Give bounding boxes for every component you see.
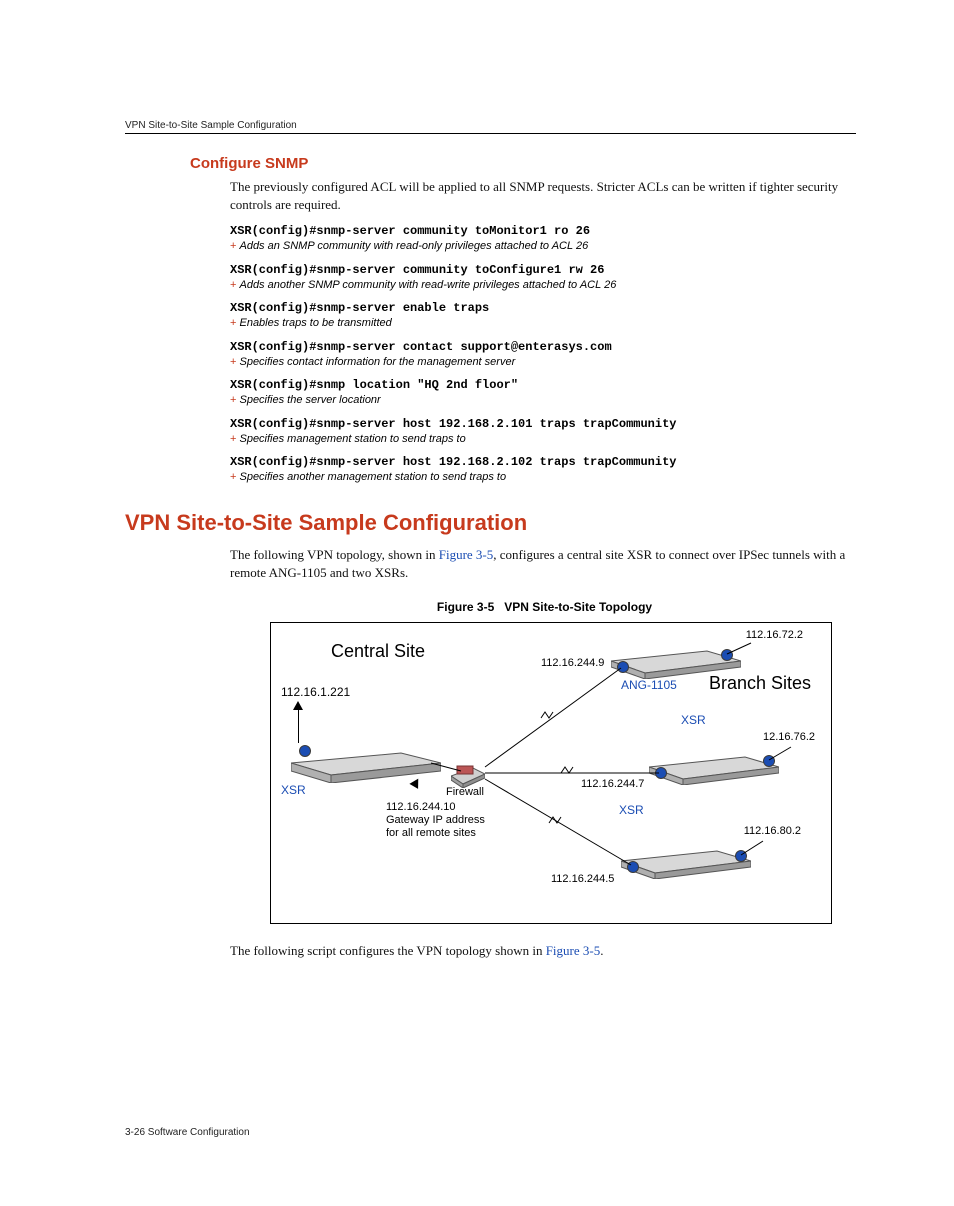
device-xsr-branch-2: [621, 845, 751, 879]
page-footer: 3-26 Software Configuration: [125, 1127, 250, 1138]
cmd-note-text: Specifies management station to send tra…: [239, 433, 465, 445]
cmd-note-text: Specifies contact information for the ma…: [239, 356, 515, 368]
figure-link[interactable]: Figure 3-5: [439, 547, 494, 562]
node-icon: [617, 661, 629, 673]
label-gateway-desc2: for all remote sites: [386, 827, 476, 839]
node-icon: [299, 745, 311, 757]
text: .: [600, 943, 603, 958]
intro-paragraph: The previously configured ACL will be ap…: [230, 178, 859, 213]
device-ang-1105: [611, 645, 741, 679]
cmd-note: + Enables traps to be transmitted: [230, 316, 859, 330]
node-icon: [721, 649, 733, 661]
node-icon: [763, 755, 775, 767]
page: VPN Site-to-Site Sample Configuration Co…: [0, 0, 954, 1206]
label-ip-2445: 112.16.244.5: [551, 873, 614, 885]
heading-vpn-site-to-site: VPN Site-to-Site Sample Configuration: [125, 510, 859, 536]
device-xsr-branch-1: [649, 751, 779, 785]
label-ip-722: 112.16.72.2: [746, 629, 803, 641]
label-ip-762: 12.16.76.2: [763, 731, 815, 743]
command-block: XSR(config)#snmp-server community toMoni…: [230, 223, 859, 484]
cmd-note: + Specifies management station to send t…: [230, 432, 859, 446]
running-head: VPN Site-to-Site Sample Configuration: [125, 120, 856, 134]
device-xsr-central: [291, 743, 441, 783]
label-ip-2447: 112.16.244.7: [581, 778, 644, 790]
arrow-icon: [293, 701, 303, 710]
label-ip-2449: 112.16.244.9: [541, 657, 604, 669]
label-ang-1105: ANG-1105: [621, 678, 677, 692]
cmd-line: XSR(config)#snmp-server enable traps: [230, 300, 859, 316]
vpn-intro-paragraph: The following VPN topology, shown in Fig…: [230, 546, 859, 581]
cmd-line: XSR(config)#snmp-server host 192.168.2.1…: [230, 416, 859, 432]
cmd-note: + Specifies the server locationr: [230, 393, 859, 407]
cmd-note-text: Specifies the server locationr: [239, 394, 380, 406]
closing-paragraph: The following script configures the VPN …: [230, 942, 859, 960]
figure-title: VPN Site-to-Site Topology: [504, 600, 652, 614]
router-icon: [621, 845, 751, 879]
cmd-line: XSR(config)#snmp location "HQ 2nd floor": [230, 377, 859, 393]
label-xsr: XSR: [619, 803, 644, 817]
figure-number: Figure 3-5: [437, 600, 494, 614]
cmd-note: + Specifies contact information for the …: [230, 355, 859, 369]
figure-link[interactable]: Figure 3-5: [546, 943, 601, 958]
content: Configure SNMP The previously configured…: [190, 155, 859, 959]
figure-caption: Figure 3-5 VPN Site-to-Site Topology: [230, 600, 859, 614]
cmd-line: XSR(config)#snmp-server contact support@…: [230, 339, 859, 355]
heading-configure-snmp: Configure SNMP: [190, 155, 859, 172]
node-icon: [735, 850, 747, 862]
cmd-note: + Adds an SNMP community with read-only …: [230, 239, 859, 253]
label-ip-central: 112.16.1.221: [281, 685, 350, 699]
text: The following script configures the VPN …: [230, 943, 546, 958]
cmd-note-text: Enables traps to be transmitted: [239, 317, 391, 329]
label-ip-gateway: 112.16.244.10: [386, 801, 456, 813]
router-icon: [649, 751, 779, 785]
text: The following VPN topology, shown in: [230, 547, 439, 562]
cmd-line: XSR(config)#snmp-server host 192.168.2.1…: [230, 454, 859, 470]
node-icon: [627, 861, 639, 873]
running-head-rule: [125, 133, 856, 134]
firewall-icon: [451, 758, 485, 788]
cmd-note: + Adds another SNMP community with read-…: [230, 278, 859, 292]
label-gateway-desc1: Gateway IP address: [386, 814, 485, 826]
label-xsr: XSR: [281, 783, 306, 797]
router-icon: [611, 645, 741, 679]
label-xsr: XSR: [681, 713, 706, 727]
label-central-site: Central Site: [331, 641, 425, 662]
figure-vpn-topology: Central Site 112.16.1.221 XSR: [270, 622, 832, 924]
node-icon: [655, 767, 667, 779]
cmd-line: XSR(config)#snmp-server community toConf…: [230, 262, 859, 278]
cmd-line: XSR(config)#snmp-server community toMoni…: [230, 223, 859, 239]
label-firewall: Firewall: [446, 786, 484, 798]
connector-line: [298, 710, 299, 743]
router-icon: [291, 743, 441, 783]
cmd-note: + Specifies another management station t…: [230, 470, 859, 484]
cmd-note-text: Adds an SNMP community with read-only pr…: [239, 240, 588, 252]
cmd-note-text: Adds another SNMP community with read-wr…: [239, 279, 616, 291]
label-ip-802: 112.16.80.2: [744, 825, 801, 837]
running-head-text: VPN Site-to-Site Sample Configuration: [125, 120, 297, 131]
cmd-note-text: Specifies another management station to …: [239, 471, 506, 483]
